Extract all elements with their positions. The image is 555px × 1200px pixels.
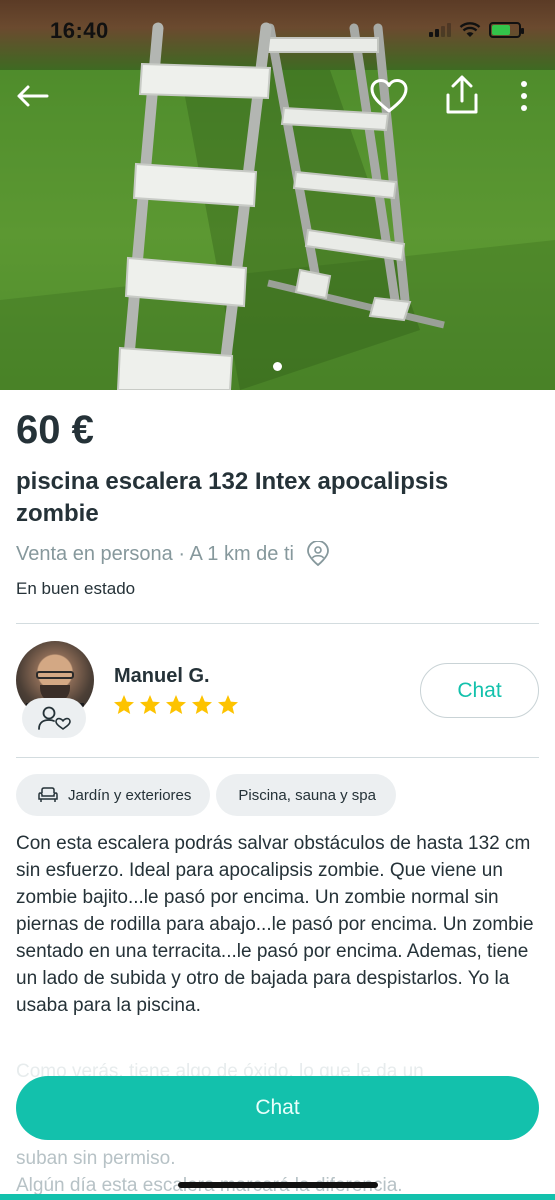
star-icon — [140, 695, 160, 714]
category-label: Piscina, sauna y spa — [238, 786, 376, 804]
star-icon — [218, 695, 238, 714]
seller-rating — [112, 694, 240, 716]
gallery-dot-active — [273, 362, 282, 371]
star-icon — [192, 695, 212, 714]
wifi-icon — [459, 22, 481, 37]
more-vertical-icon — [521, 81, 527, 111]
sofa-icon — [38, 787, 58, 802]
status-icons — [429, 22, 524, 38]
more-options-button[interactable] — [508, 74, 540, 118]
description-text: Con esta escalera podrás salvar obstácul… — [16, 833, 534, 1016]
battery-icon — [489, 22, 524, 38]
follow-seller-button[interactable] — [22, 698, 86, 738]
pool-ladder-illustration — [0, 22, 555, 390]
favorite-button[interactable] — [366, 74, 412, 118]
description-faded-bottom: suban sin permiso. Algún día esta escale… — [16, 1145, 540, 1199]
arrow-left-icon — [17, 85, 49, 107]
listing-title: piscina escalera 132 Intex apocalipsis z… — [16, 468, 449, 527]
gallery-pagination — [0, 362, 555, 371]
star-icon — [166, 695, 186, 714]
seller-chat-button[interactable]: Chat — [420, 663, 539, 718]
price: 60 € — [16, 408, 94, 452]
home-indicator[interactable] — [178, 1182, 378, 1188]
category-chip[interactable]: Piscina, sauna y spa — [216, 774, 396, 816]
back-button[interactable] — [10, 74, 54, 118]
heart-icon — [370, 79, 408, 113]
description-faded-line: suban sin permiso. — [16, 1148, 176, 1169]
signal-icon — [429, 23, 451, 37]
share-button[interactable] — [440, 72, 484, 118]
status-bar: 16:40 — [0, 0, 555, 56]
divider — [16, 757, 539, 758]
delivery-text: Venta en persona · A 1 km de ti — [16, 542, 294, 565]
seller-name[interactable]: Manuel G. — [114, 665, 210, 688]
category-chip[interactable]: Jardín y exteriores — [16, 774, 211, 816]
person-pin-icon — [307, 541, 329, 567]
star-icon — [114, 695, 134, 714]
status-time: 16:40 — [50, 18, 109, 43]
divider — [16, 623, 539, 624]
user-heart-icon — [38, 706, 71, 730]
bottom-accent-strip — [0, 1194, 555, 1200]
share-icon — [446, 75, 478, 114]
condition: En buen estado — [16, 579, 136, 598]
category-chips: Jardín y exteriores Piscina, sauna y spa — [16, 774, 396, 816]
listing-photo[interactable]: 16:40 — [0, 0, 555, 390]
category-label: Jardín y exteriores — [68, 786, 192, 804]
chat-button[interactable]: Chat — [16, 1076, 539, 1140]
delivery-info: Venta en persona · A 1 km de ti — [16, 541, 330, 567]
